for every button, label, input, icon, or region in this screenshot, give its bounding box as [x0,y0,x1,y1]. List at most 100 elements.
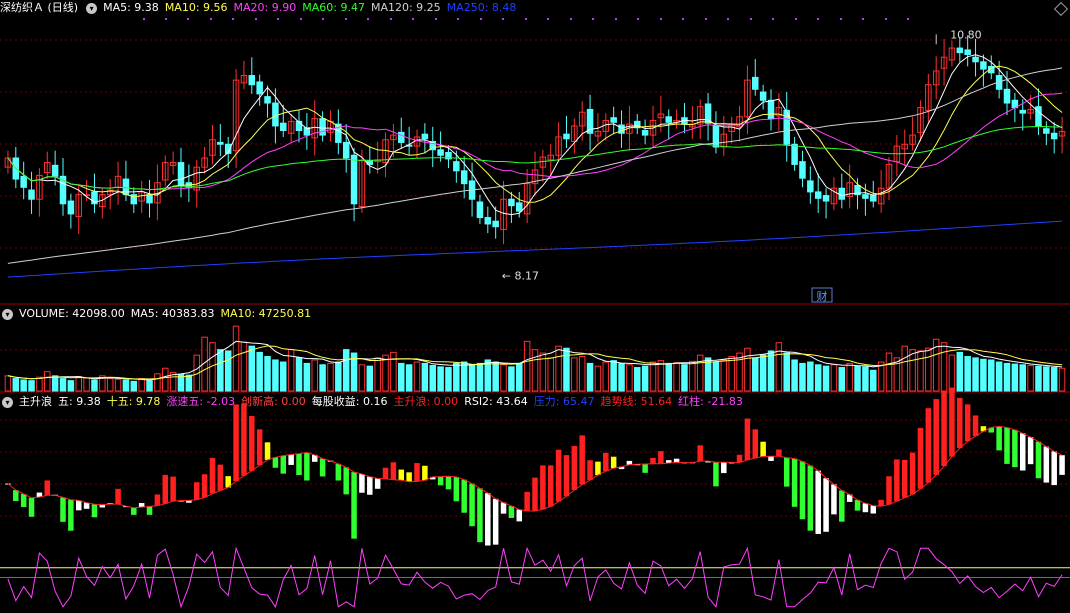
volume-bar-27 [217,349,224,392]
event-dot-23 [660,18,662,20]
indicator-bar-74 [587,460,593,481]
volume-bar-15 [122,379,130,392]
volume-bar-86 [681,364,688,392]
candle-body-71 [563,133,570,140]
volume-bar-64 [508,366,515,392]
candle-body-121 [956,47,964,54]
indicator-bar-3 [28,497,35,517]
indicator-bar-40 [319,458,326,477]
indicator-bar-126 [996,426,1002,451]
volume-bar-8 [67,380,75,392]
volume-bar-42 [335,361,342,392]
event-dot-19 [570,18,572,20]
indicator-bar-70 [555,449,562,502]
indicator-bar-110 [870,505,877,514]
volume-bar-128 [1011,363,1019,392]
volume-bar-81 [641,365,649,392]
indicator-bar-83 [658,451,664,464]
indicator-bar-49 [390,462,397,480]
volume-bar-41 [327,362,334,392]
indicator-bar-104 [823,478,829,532]
indicator-bar-14 [115,488,121,505]
indicator-bar-32 [256,429,263,466]
indicator-bar-21 [170,476,176,502]
indicator-bar-27 [217,464,224,491]
indicator-bar-109 [862,503,869,513]
indicator-bar-68 [540,465,546,510]
volume-bar-29 [232,325,240,392]
volume-bar-50 [398,362,405,392]
volume-bar-97 [767,350,775,392]
volume-bar-90 [712,361,720,392]
stock-chart[interactable]: 10.80 ← 8.17 财 [0,0,1070,613]
indicator-bar-72 [571,446,578,490]
volume-bar-104 [822,365,830,392]
candle-body-22 [177,162,185,186]
indicator-bar-34 [272,457,279,468]
candle-body-81 [641,130,649,136]
candle-body-27 [217,141,224,145]
indicator-bar-43 [343,467,349,495]
indicator-bar-66 [524,491,530,512]
indicator-bar-25 [201,474,208,498]
volume-bar-62 [492,361,499,392]
volume-bar-124 [980,358,987,392]
volume-bar-71 [563,347,570,392]
indicator-bar-95 [752,429,759,459]
volume-bar-23 [185,374,193,392]
volume-bar-91 [720,359,728,392]
volume-bar-126 [995,361,1003,392]
candle-body-127 [1003,88,1011,104]
candle-body-106 [838,187,846,200]
volume-bar-61 [484,359,492,392]
indicator-bar-94 [744,418,751,460]
indicator-bar-62 [492,498,499,545]
volume-bar-49 [390,351,397,392]
volume-bar-103 [814,364,822,392]
indicator-bar-59 [469,483,475,527]
candle-body-65 [516,202,523,212]
indicator-bar-38 [304,452,310,481]
candle-body-102 [807,180,814,193]
candle-body-122 [964,49,971,55]
volume-bar-78 [618,362,625,392]
indicator-bar-100 [791,458,798,507]
event-dot-17 [525,18,527,20]
candle-body-97 [767,99,775,120]
indicator-bar-133 [1051,451,1057,486]
candle-body-133 [1050,132,1058,140]
event-dot-29 [795,18,797,20]
volume-bar-52 [413,361,421,392]
volume-bar-70 [555,345,562,392]
vol-ma10-line [7,345,1063,380]
event-dot-1 [165,18,167,20]
candle-body-40 [319,118,326,136]
volume-bar-45 [358,364,366,392]
volume-bar-110 [870,369,877,392]
indicator-bar-31 [249,416,255,471]
indicator-bar-106 [839,490,845,522]
indicator-bar-129 [1019,433,1026,471]
volume-bar-102 [807,361,814,392]
candle-body-100 [791,143,798,165]
indicator-bar-10 [83,502,90,509]
indicator-bar-123 [972,415,979,437]
volume-bar-74 [586,362,594,392]
event-dot-8 [322,18,324,20]
candle-body-2 [20,175,27,188]
volume-bar-67 [531,349,539,392]
volume-bar-123 [972,357,979,392]
indicator-bar-120 [949,387,955,457]
indicator-bar-105 [831,484,837,515]
volume-bar-109 [862,366,869,392]
candle-body-60 [476,201,484,219]
ma20-line [7,92,1063,191]
candle-body-3 [28,189,35,200]
candle-body-129 [1019,109,1026,114]
indicator-bar-113 [894,459,900,502]
volume-bar-10 [83,377,90,392]
candle-body-32 [256,81,263,95]
event-dot-22 [637,18,639,20]
volume-bar-76 [602,361,610,392]
indicator-bar-18 [146,506,153,515]
